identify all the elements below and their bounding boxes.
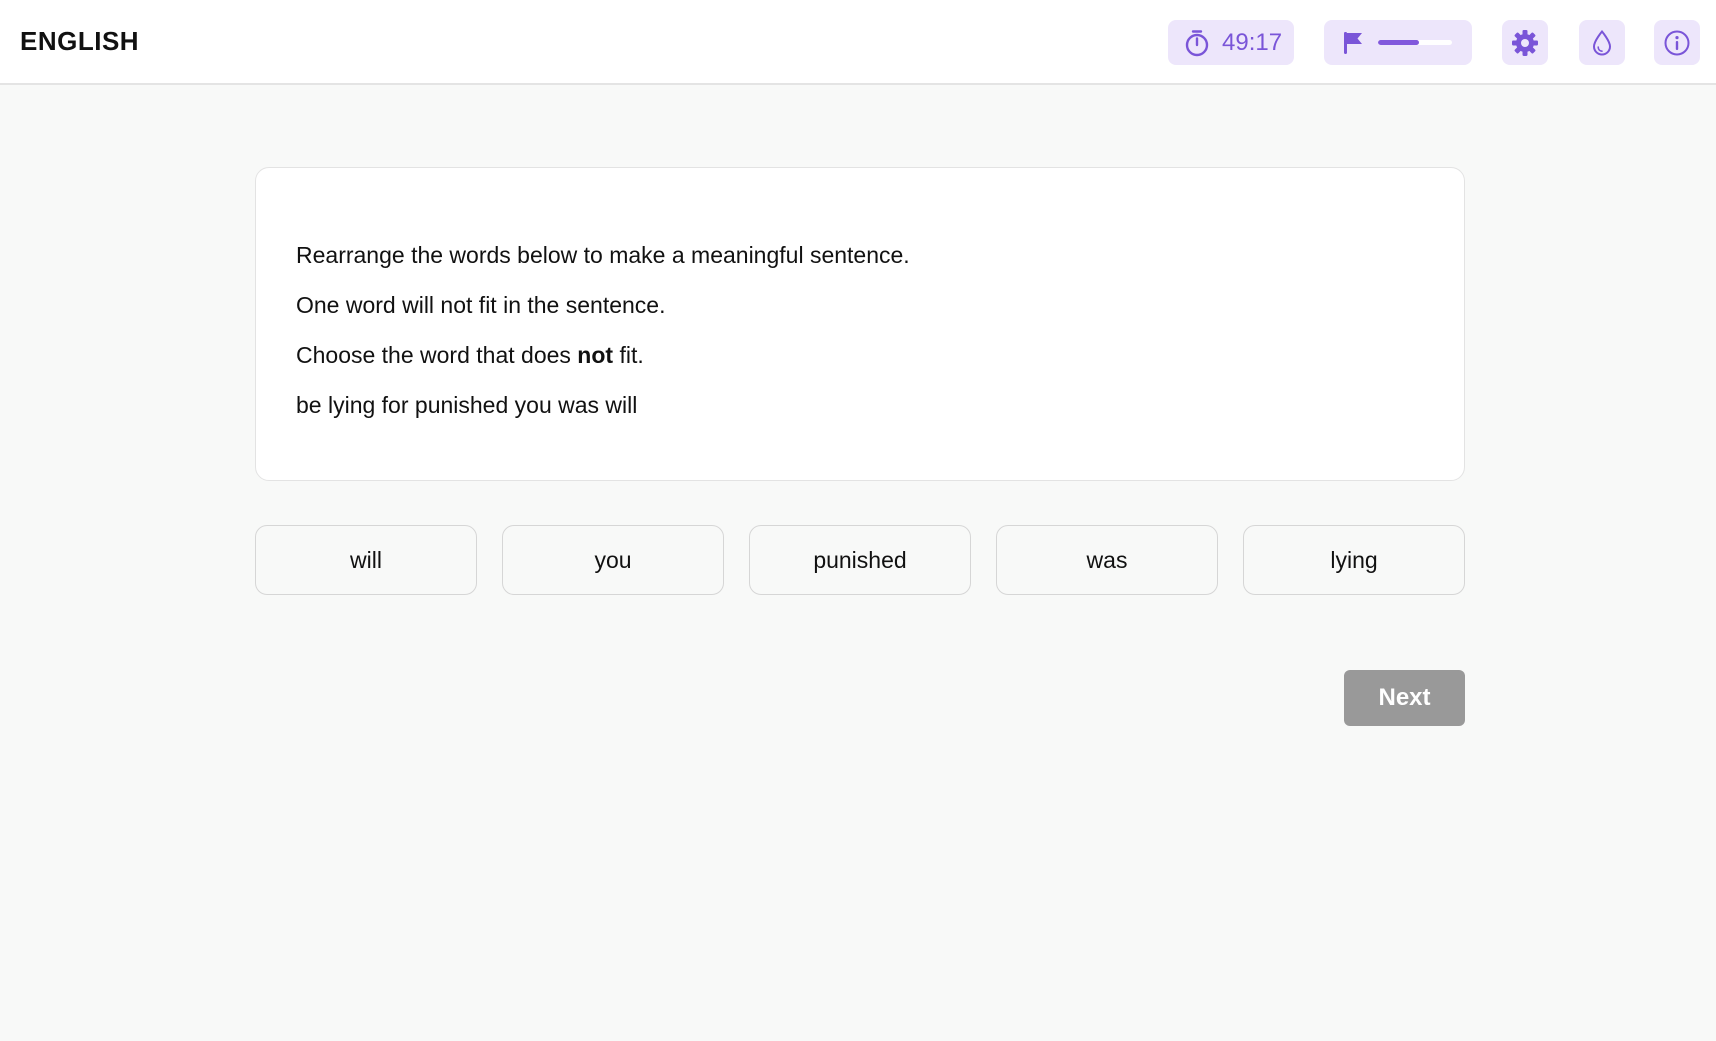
- instruction-emphasis: not: [577, 342, 614, 368]
- answer-option[interactable]: lying: [1243, 525, 1465, 595]
- settings-button[interactable]: [1502, 20, 1548, 65]
- next-button[interactable]: Next: [1344, 670, 1465, 726]
- instruction-line-3-start: Choose the word that does: [296, 342, 578, 368]
- stopwatch-icon: [1184, 29, 1210, 57]
- timer-text: 49:17: [1222, 28, 1283, 56]
- progress-fill: [1378, 40, 1419, 45]
- timer-display[interactable]: 49:17: [1168, 20, 1294, 65]
- instruction-line-2: One word will not fit in the sentence.: [296, 292, 666, 318]
- flag-icon: [1342, 30, 1366, 56]
- scrambled-sentence: be lying for punished you was will: [296, 392, 638, 418]
- instruction-line-3: Choose the word that does not fit.: [296, 330, 1464, 380]
- question-card: Rearrange the words below to make a mean…: [255, 167, 1465, 481]
- instruction-line-1: Rearrange the words below to make a mean…: [296, 242, 910, 268]
- subject-title: ENGLISH: [20, 26, 140, 56]
- answer-option[interactable]: you: [502, 525, 724, 595]
- info-button[interactable]: [1654, 20, 1700, 65]
- answer-options: will you punished was lying: [255, 525, 1465, 595]
- answer-option[interactable]: was: [996, 525, 1218, 595]
- droplet-icon: [1591, 29, 1613, 57]
- progress-bar: [1378, 40, 1452, 45]
- gear-icon: [1511, 29, 1539, 57]
- flag-progress-button[interactable]: [1324, 20, 1472, 65]
- top-bar: ENGLISH 49:17: [0, 0, 1716, 85]
- info-icon: [1663, 29, 1691, 57]
- answer-option[interactable]: punished: [749, 525, 971, 595]
- colour-overlay-button[interactable]: [1579, 20, 1625, 65]
- answer-option[interactable]: will: [255, 525, 477, 595]
- instruction-line-3-end: fit.: [613, 342, 644, 368]
